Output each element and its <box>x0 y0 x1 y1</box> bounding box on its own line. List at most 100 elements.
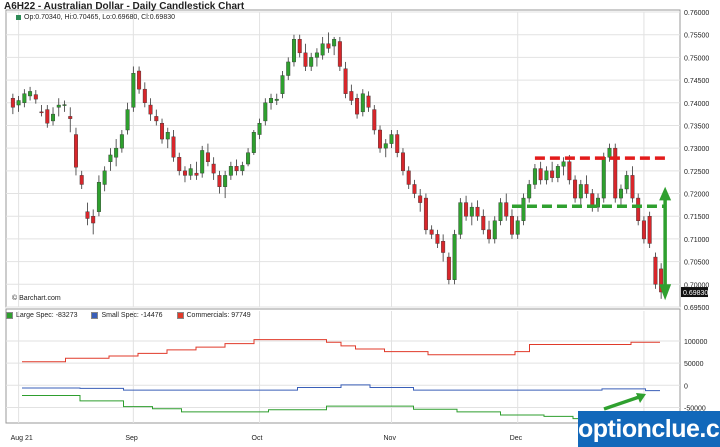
candle-body <box>578 184 583 199</box>
candle-body <box>211 163 216 174</box>
price-tick-label: 0.73000 <box>684 146 709 153</box>
price-tick-label: 0.69500 <box>684 305 709 312</box>
candle-body <box>515 220 520 235</box>
candle-body <box>550 170 555 178</box>
candle-body <box>636 197 641 221</box>
ohlc-values: Op:0.70340, Hi:0.70465, Lo:0.69680, Cl:0… <box>24 14 176 21</box>
price-tick-label: 0.70500 <box>684 260 709 267</box>
candle-body <box>263 102 268 122</box>
candle-body <box>458 202 463 235</box>
price-tick-label: 0.73500 <box>684 123 709 130</box>
candle-body <box>584 184 589 194</box>
candle-body <box>567 161 572 181</box>
x-tick-label: Aug 21 <box>11 435 33 442</box>
candle-body <box>607 147 612 158</box>
x-tick-label: Sep <box>125 435 138 442</box>
candle-body <box>286 61 291 76</box>
candle-body <box>624 175 629 190</box>
candle-body <box>68 116 73 119</box>
candle-body <box>475 206 480 217</box>
candle-body <box>383 143 388 149</box>
candle-body <box>79 175 84 185</box>
cot-tick-label: 50000 <box>684 361 704 368</box>
candle-body <box>544 170 549 181</box>
cot-tick-label: 0 <box>684 383 688 390</box>
candle-body <box>355 98 360 115</box>
candle-body <box>366 95 371 108</box>
candle-body <box>142 88 147 103</box>
candle-body <box>108 154 113 162</box>
candle-body <box>217 175 222 187</box>
candle-body <box>297 39 302 54</box>
candle-body <box>291 39 296 63</box>
candle-body <box>303 52 308 67</box>
candle-body <box>561 161 566 167</box>
candle-body <box>395 134 400 153</box>
x-tick-label: Nov <box>384 435 397 442</box>
candle-body <box>613 147 618 199</box>
price-tick-label: 0.74500 <box>684 78 709 85</box>
candle-body <box>406 170 411 185</box>
candle-body <box>647 216 652 244</box>
candle-body <box>573 179 578 199</box>
candle-body <box>119 134 124 149</box>
candle-body <box>349 91 354 101</box>
candle-body <box>200 150 205 174</box>
candle-body <box>309 57 314 67</box>
candle-body <box>91 216 96 224</box>
price-tick-label: 0.75000 <box>684 55 709 62</box>
candle-body <box>45 109 50 124</box>
candle-body <box>16 100 21 106</box>
candle-body <box>234 166 239 172</box>
watermark-banner: optionclue.com <box>578 411 720 447</box>
candle-body <box>337 41 342 67</box>
chart-credit: © Barchart.com <box>12 295 61 302</box>
candle-body <box>188 168 193 176</box>
candle-body <box>22 93 27 103</box>
candle-body <box>372 109 377 131</box>
candle-body <box>509 216 514 235</box>
candle-body <box>148 104 153 115</box>
candle-body <box>469 206 474 217</box>
candle-body <box>400 152 405 172</box>
candle-body <box>246 152 251 165</box>
candle-body <box>504 202 509 217</box>
candle-body <box>102 170 107 185</box>
legend-large-spec-label: Large Spec: -83273 <box>16 312 78 320</box>
candle-body <box>320 43 325 56</box>
candle-body <box>326 43 331 49</box>
candle-body <box>532 168 537 185</box>
candle-body <box>177 157 182 172</box>
candle-body <box>360 93 365 113</box>
ohlc-readout: Op:0.70340, Hi:0.70465, Lo:0.69680, Cl:0… <box>16 14 175 21</box>
candle-body <box>73 134 78 168</box>
candle-body <box>171 136 176 158</box>
candle-body <box>464 202 469 217</box>
legend-small-spec-label: Small Spec: -14476 <box>101 312 163 320</box>
last-price-label: 0.69830 <box>683 290 708 297</box>
legend-small-spec: Small Spec: -14476 <box>91 312 163 320</box>
candle-body <box>85 211 90 219</box>
candle-body <box>481 216 486 231</box>
candle-body <box>114 147 119 158</box>
price-tick-label: 0.72500 <box>684 169 709 176</box>
candle-body <box>251 132 256 153</box>
candle-body <box>165 132 170 140</box>
legend-commercials-label: Commercials: 97749 <box>186 312 251 320</box>
candle-body <box>51 113 56 122</box>
candle-body <box>343 68 348 94</box>
candle-body <box>280 75 285 94</box>
cot-legend: Large Spec: -83273 Small Spec: -14476 Co… <box>6 312 263 319</box>
price-tick-label: 0.71500 <box>684 214 709 221</box>
x-tick-label: Dec <box>510 435 523 442</box>
series-swatch <box>16 14 21 20</box>
candle-body <box>498 202 503 221</box>
candle-body <box>441 240 446 253</box>
candle-body <box>205 152 210 162</box>
candle-body <box>653 256 658 285</box>
price-tick-label: 0.74000 <box>684 101 709 108</box>
candle-body <box>194 172 199 176</box>
candle-body <box>378 129 383 149</box>
price-panel-frame <box>5 9 681 308</box>
candle-body <box>131 73 136 108</box>
